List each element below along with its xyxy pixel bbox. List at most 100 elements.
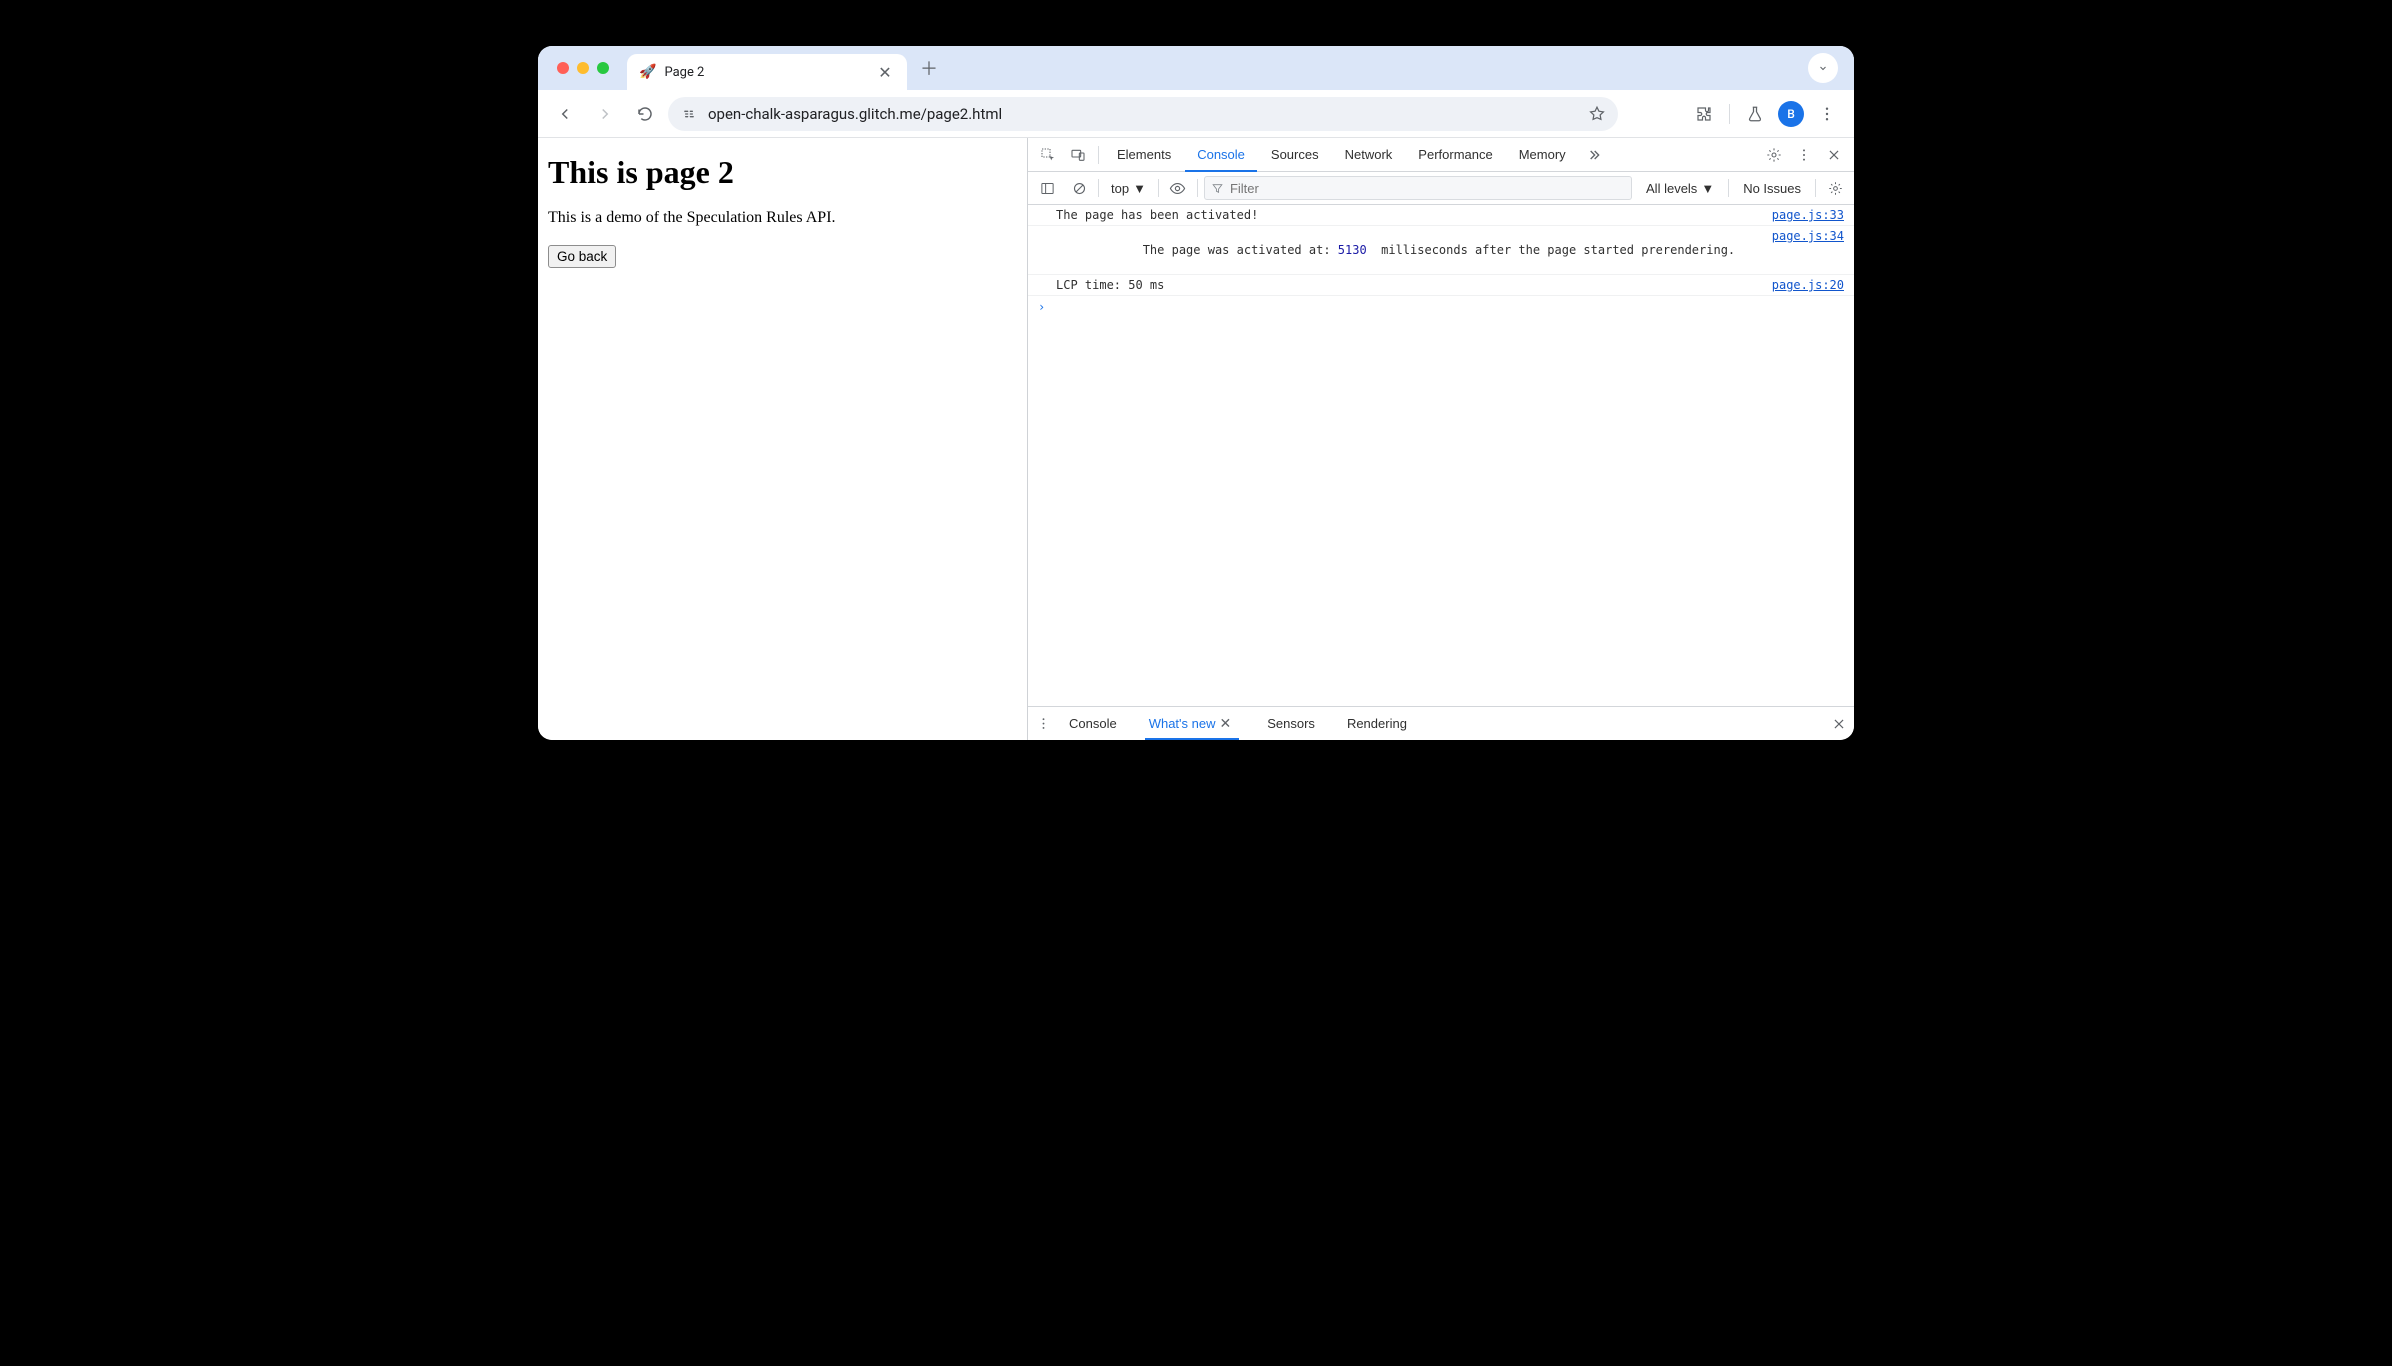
drawer-menu-button[interactable] (1036, 716, 1051, 731)
drawer-tab-close[interactable]: ✕ (1216, 715, 1236, 732)
filter-icon (1211, 182, 1224, 195)
filter-input[interactable] (1230, 181, 1625, 196)
content-area: This is page 2 This is a demo of the Spe… (538, 138, 1854, 740)
console-toolbar: top ▼ All levels ▼ No Issues (1028, 172, 1854, 205)
tab-strip: 🚀 Page 2 ✕ ＋ (538, 46, 1854, 90)
devtools-settings-button[interactable] (1760, 147, 1788, 163)
log-number: 5130 (1338, 243, 1367, 257)
close-icon (1832, 717, 1846, 731)
web-page: This is page 2 This is a demo of the Spe… (538, 138, 1028, 740)
inspect-button[interactable] (1034, 147, 1062, 163)
tab-performance[interactable]: Performance (1406, 138, 1504, 171)
clear-console-button[interactable] (1066, 181, 1092, 196)
browser-tab[interactable]: 🚀 Page 2 ✕ (627, 54, 907, 90)
window-close-button[interactable] (557, 62, 569, 74)
devices-icon (1070, 147, 1086, 163)
labs-button[interactable] (1738, 97, 1772, 131)
filter-box[interactable] (1204, 176, 1632, 200)
puzzle-icon (1695, 105, 1713, 123)
devtools-drawer: Console What's new ✕ Sensors Rendering (1028, 706, 1854, 740)
toolbar-divider (1729, 104, 1730, 124)
device-toggle-button[interactable] (1064, 147, 1092, 163)
log-row: The page was activated at: 5130 millisec… (1028, 226, 1854, 275)
devtools-panel: Elements Console Sources Network Perform… (1028, 138, 1854, 740)
chevrons-right-icon (1586, 147, 1602, 163)
log-text: LCP time: 50 ms (1056, 278, 1164, 292)
issues-label: No Issues (1743, 181, 1801, 196)
tab-network[interactable]: Network (1333, 138, 1405, 171)
drawer-tab-console[interactable]: Console (1055, 707, 1131, 740)
kebab-icon (1818, 105, 1836, 123)
browser-window: 🚀 Page 2 ✕ ＋ open-chalk-asparagus.glitch… (538, 46, 1854, 740)
go-back-button[interactable]: Go back (548, 245, 616, 268)
kebab-icon (1036, 716, 1051, 731)
log-source-link[interactable]: page.js:20 (1772, 278, 1844, 292)
log-source-link[interactable]: page.js:33 (1772, 208, 1844, 222)
reload-button[interactable] (628, 97, 662, 131)
chevron-down-icon (1817, 62, 1829, 74)
arrow-right-icon (596, 105, 614, 123)
drawer-tab-label: What's new (1149, 716, 1216, 731)
forward-button[interactable] (588, 97, 622, 131)
back-button[interactable] (548, 97, 582, 131)
avatar: B (1778, 101, 1804, 127)
context-label: top (1111, 181, 1129, 196)
page-heading: This is page 2 (548, 154, 1017, 191)
log-row: LCP time: 50 ms page.js:20 (1028, 275, 1854, 296)
tab-overflow-button[interactable] (1808, 53, 1838, 83)
url-text: open-chalk-asparagus.glitch.me/page2.htm… (708, 105, 1578, 123)
eye-icon (1169, 180, 1186, 197)
tab-title: Page 2 (664, 65, 867, 80)
log-text: milliseconds after the page started prer… (1367, 243, 1735, 257)
bookmark-button[interactable] (1588, 105, 1606, 123)
live-expression-button[interactable] (1165, 180, 1191, 197)
window-zoom-button[interactable] (597, 62, 609, 74)
levels-label: All levels (1646, 181, 1697, 196)
dropdown-icon: ▼ (1701, 181, 1714, 196)
tab-console[interactable]: Console (1185, 139, 1257, 172)
app-menu-button[interactable] (1810, 97, 1844, 131)
tab-favicon: 🚀 (639, 64, 656, 80)
window-minimize-button[interactable] (577, 62, 589, 74)
drawer-tab-rendering[interactable]: Rendering (1333, 707, 1421, 740)
tab-memory[interactable]: Memory (1507, 138, 1578, 171)
issues-button[interactable]: No Issues (1735, 181, 1809, 196)
console-sidebar-toggle[interactable] (1034, 181, 1060, 196)
log-row: The page has been activated! page.js:33 (1028, 205, 1854, 226)
reload-icon (636, 105, 654, 123)
devtools-tabbar: Elements Console Sources Network Perform… (1028, 138, 1854, 172)
log-text: The page has been activated! (1056, 208, 1258, 222)
drawer-tab-sensors[interactable]: Sensors (1253, 707, 1329, 740)
inspect-icon (1040, 147, 1056, 163)
tab-close-button[interactable]: ✕ (875, 63, 895, 82)
tab-sources[interactable]: Sources (1259, 138, 1331, 171)
log-text: The page was activated at: (1143, 243, 1338, 257)
site-settings-icon[interactable] (680, 106, 698, 122)
console-settings-button[interactable] (1822, 181, 1848, 196)
flask-icon (1746, 105, 1764, 123)
page-paragraph: This is a demo of the Speculation Rules … (548, 209, 1017, 227)
arrow-left-icon (556, 105, 574, 123)
dropdown-icon: ▼ (1133, 181, 1146, 196)
profile-button[interactable]: B (1774, 97, 1808, 131)
window-controls (557, 62, 609, 74)
tab-elements[interactable]: Elements (1105, 138, 1183, 171)
console-prompt[interactable]: › (1028, 296, 1854, 318)
gear-icon (1828, 181, 1843, 196)
devtools-close-button[interactable] (1820, 148, 1848, 162)
gear-icon (1766, 147, 1782, 163)
log-levels-selector[interactable]: All levels ▼ (1638, 181, 1722, 196)
drawer-close-button[interactable] (1832, 717, 1846, 731)
devtools-menu-button[interactable] (1790, 147, 1818, 163)
extensions-button[interactable] (1687, 97, 1721, 131)
sidebar-icon (1040, 181, 1055, 196)
close-icon (1827, 148, 1841, 162)
context-selector[interactable]: top ▼ (1105, 181, 1152, 196)
toolbar: open-chalk-asparagus.glitch.me/page2.htm… (538, 90, 1854, 138)
tabs-overflow-button[interactable] (1580, 147, 1608, 163)
new-tab-button[interactable]: ＋ (915, 54, 943, 82)
address-bar[interactable]: open-chalk-asparagus.glitch.me/page2.htm… (668, 97, 1618, 131)
log-source-link[interactable]: page.js:34 (1772, 229, 1844, 243)
kebab-icon (1796, 147, 1812, 163)
drawer-tab-whats-new[interactable]: What's new ✕ (1135, 707, 1250, 740)
